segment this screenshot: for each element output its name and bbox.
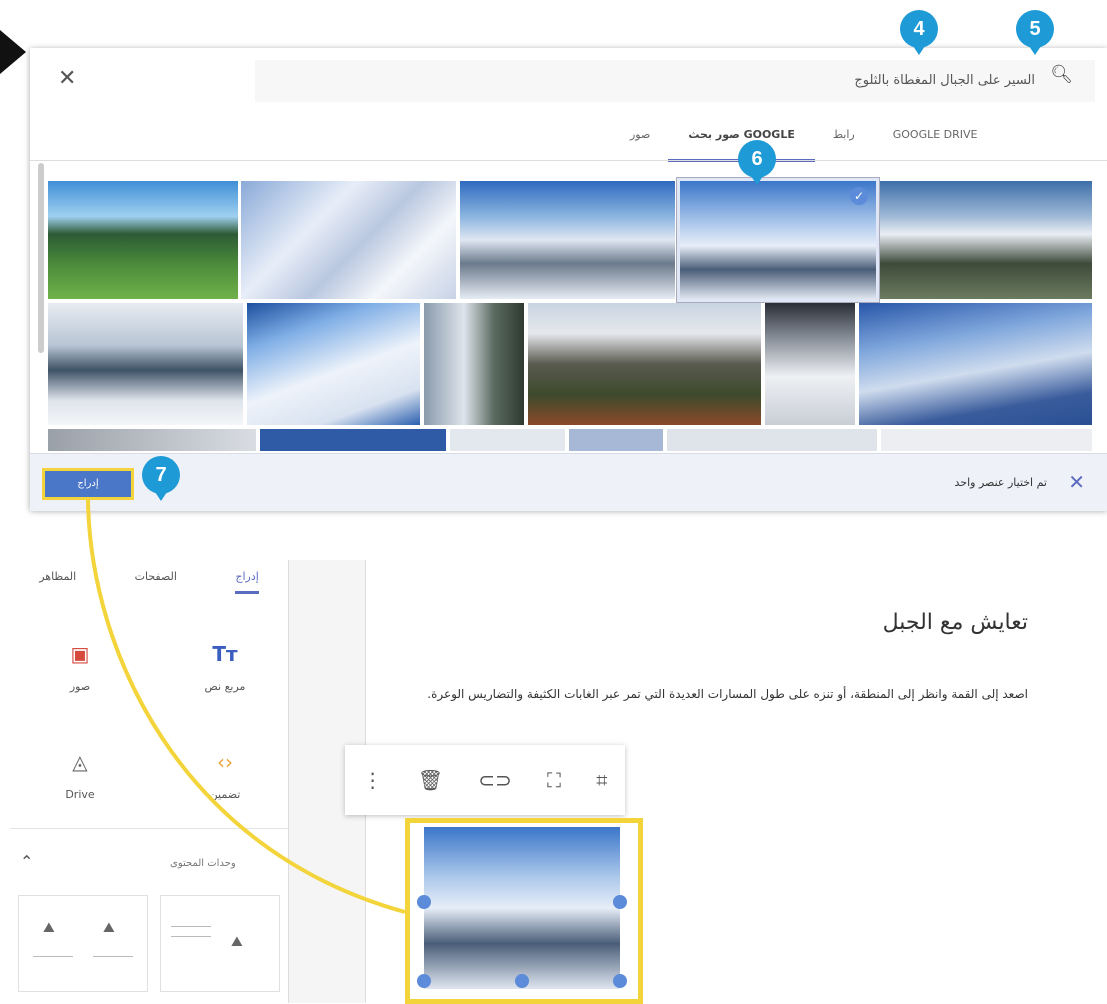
resize-handle[interactable]	[613, 974, 627, 988]
placed-image[interactable]	[405, 818, 643, 1004]
resize-handle[interactable]	[613, 895, 627, 909]
resize-handle[interactable]	[417, 974, 431, 988]
resize-handle[interactable]	[417, 895, 431, 909]
resize-handle[interactable]	[515, 974, 529, 988]
image-preview	[424, 827, 620, 989]
